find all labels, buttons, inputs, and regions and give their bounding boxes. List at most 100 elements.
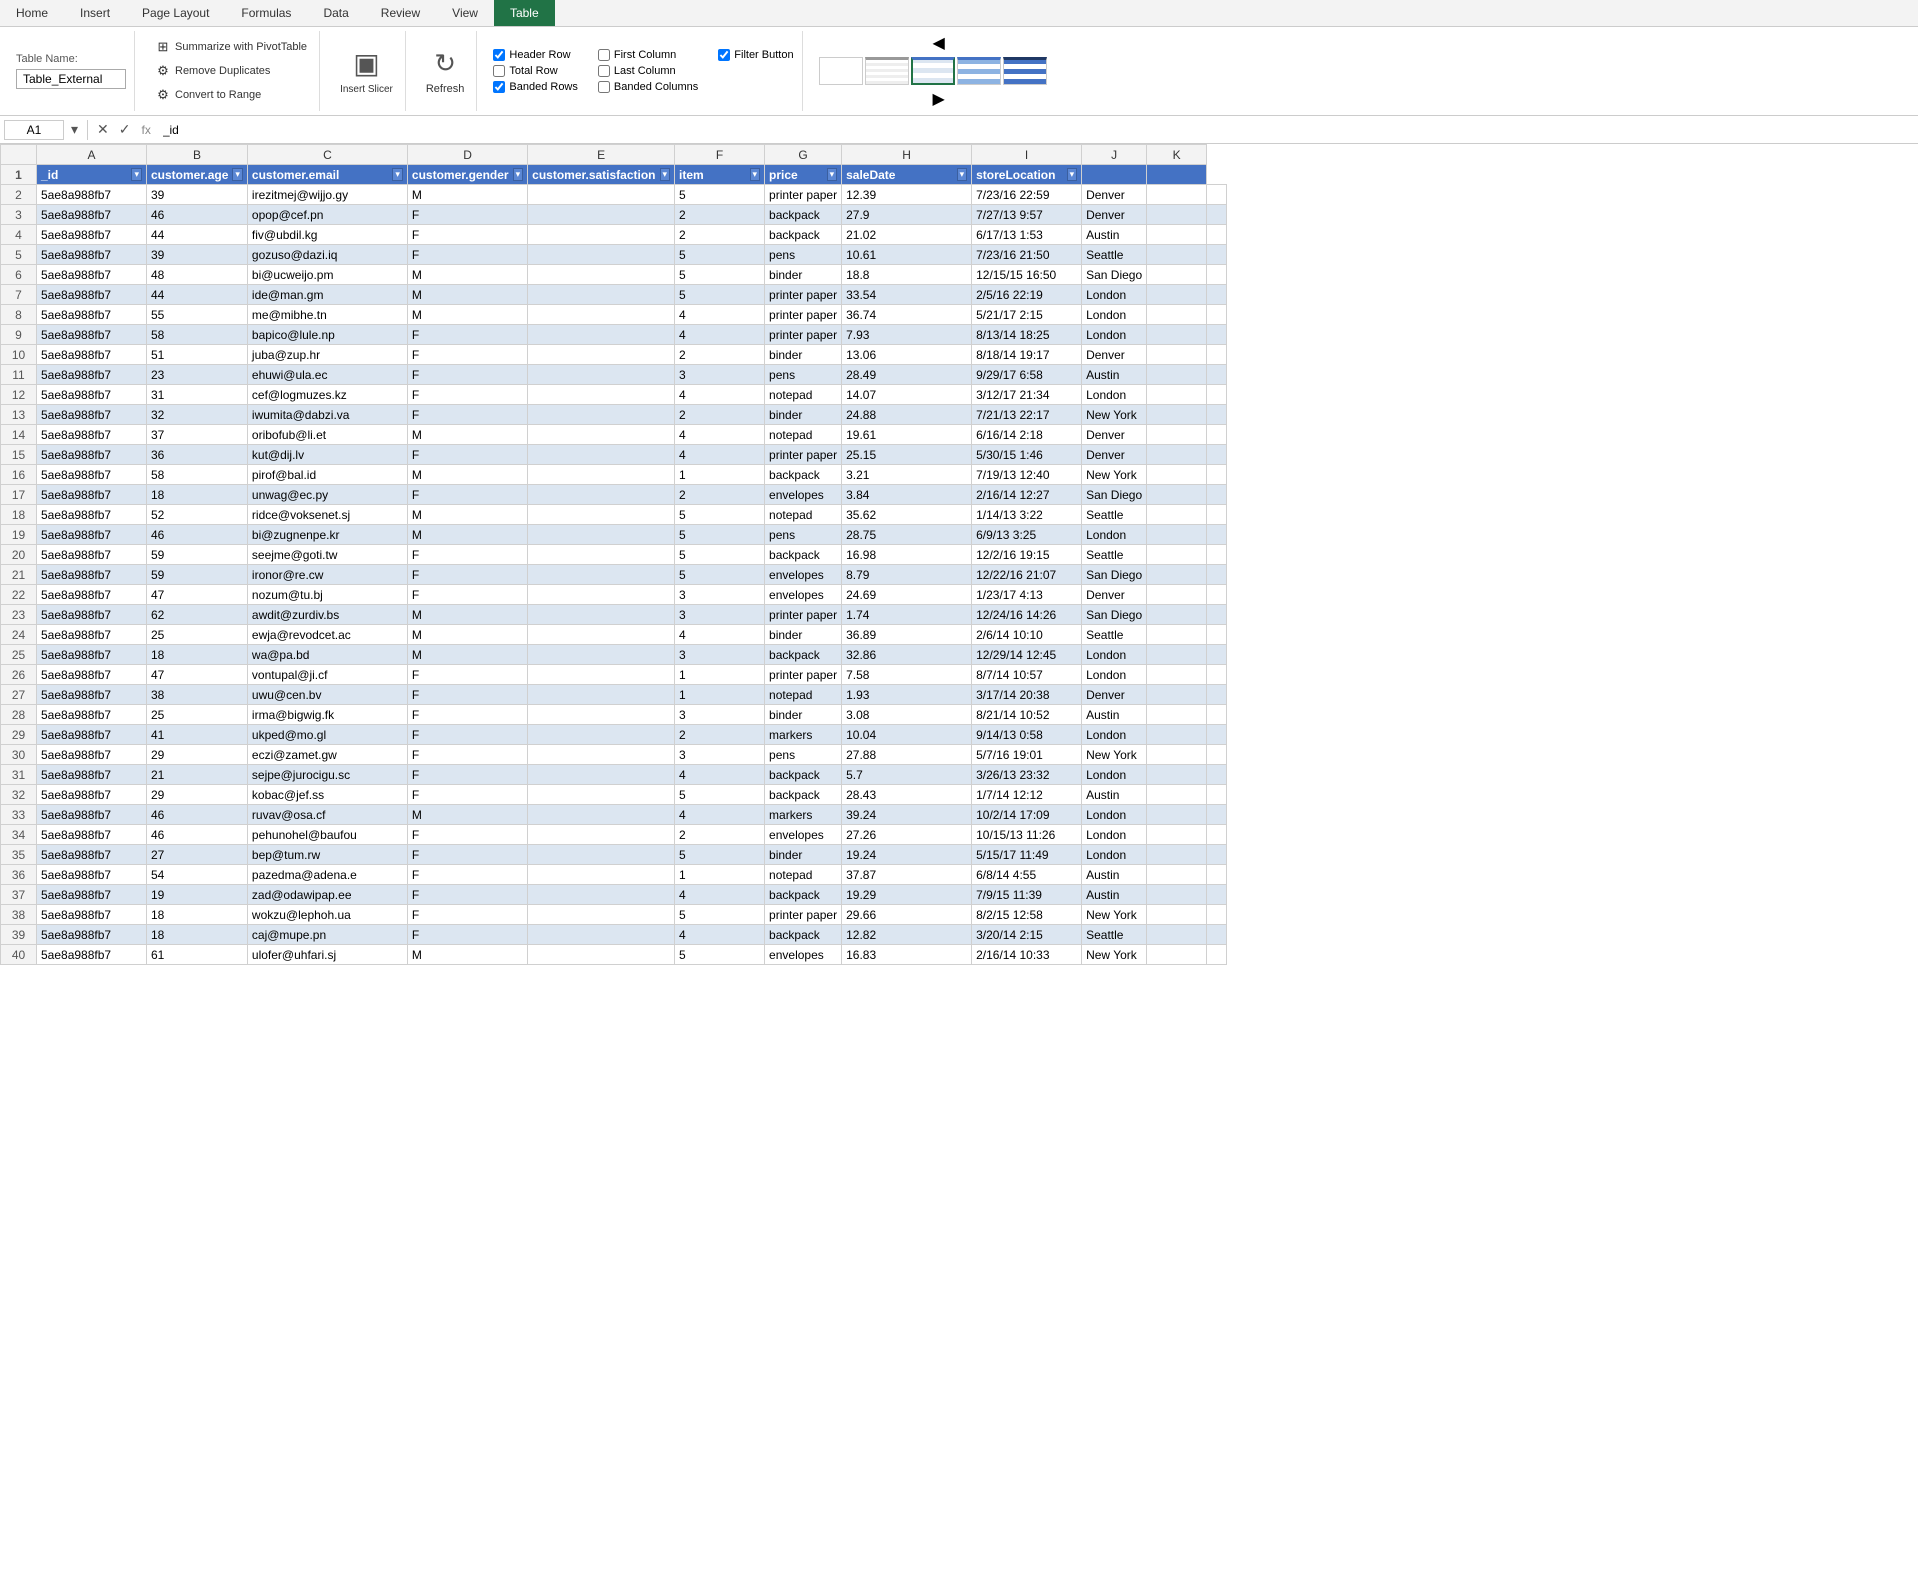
tab-home[interactable]: Home bbox=[0, 0, 64, 26]
cell-reference-input[interactable] bbox=[4, 120, 64, 140]
table-cell[interactable]: Denver bbox=[1082, 425, 1147, 445]
table-cell[interactable] bbox=[528, 385, 675, 405]
table-cell[interactable]: 36 bbox=[147, 445, 248, 465]
table-cell[interactable]: 18 bbox=[147, 485, 248, 505]
table-cell[interactable]: 7/23/16 21:50 bbox=[972, 245, 1082, 265]
table-cell[interactable]: 6/17/13 1:53 bbox=[972, 225, 1082, 245]
table-cell[interactable]: 12/2/16 19:15 bbox=[972, 545, 1082, 565]
col-header-K[interactable]: K bbox=[1147, 145, 1207, 165]
table-cell[interactable]: 62 bbox=[147, 605, 248, 625]
table-cell[interactable] bbox=[528, 905, 675, 925]
table-cell[interactable]: F bbox=[407, 825, 527, 845]
table-cell[interactable] bbox=[528, 185, 675, 205]
table-cell[interactable] bbox=[528, 765, 675, 785]
table-cell[interactable]: wokzu@lephoh.ua bbox=[247, 905, 407, 925]
table-cell[interactable]: ide@man.gm bbox=[247, 285, 407, 305]
table-cell[interactable]: Seattle bbox=[1082, 925, 1147, 945]
table-cell[interactable]: 46 bbox=[147, 205, 248, 225]
table-cell[interactable]: 58 bbox=[147, 325, 248, 345]
table-cell[interactable]: 5ae8a988fb7 bbox=[37, 585, 147, 605]
table-cell[interactable]: 48 bbox=[147, 265, 248, 285]
table-cell[interactable]: kobac@jef.ss bbox=[247, 785, 407, 805]
table-cell[interactable] bbox=[528, 325, 675, 345]
filter-age-button[interactable]: ▾ bbox=[232, 168, 243, 181]
table-cell[interactable]: pirof@bal.id bbox=[247, 465, 407, 485]
table-cell[interactable]: F bbox=[407, 685, 527, 705]
table-cell[interactable]: F bbox=[407, 565, 527, 585]
table-cell[interactable]: 39 bbox=[147, 245, 248, 265]
table-cell[interactable]: 3/12/17 21:34 bbox=[972, 385, 1082, 405]
table-cell[interactable] bbox=[528, 485, 675, 505]
table-cell[interactable]: 2 bbox=[675, 725, 765, 745]
filter-button-checkbox[interactable] bbox=[718, 49, 730, 61]
table-cell[interactable]: 54 bbox=[147, 865, 248, 885]
table-cell[interactable]: 4 bbox=[675, 325, 765, 345]
table-cell[interactable]: 5 bbox=[675, 265, 765, 285]
cancel-formula-button[interactable]: ✕ bbox=[94, 121, 112, 138]
table-cell[interactable]: backpack bbox=[765, 765, 842, 785]
table-cell[interactable] bbox=[528, 945, 675, 965]
table-cell[interactable] bbox=[528, 785, 675, 805]
table-cell[interactable]: 5ae8a988fb7 bbox=[37, 185, 147, 205]
table-cell[interactable]: fiv@ubdil.kg bbox=[247, 225, 407, 245]
table-cell[interactable]: 39.24 bbox=[842, 805, 972, 825]
table-cell[interactable]: 3 bbox=[675, 745, 765, 765]
filter-item-button[interactable]: ▾ bbox=[750, 168, 761, 181]
table-cell[interactable]: vontupal@ji.cf bbox=[247, 665, 407, 685]
table-cell[interactable]: bapico@lule.np bbox=[247, 325, 407, 345]
table-cell[interactable] bbox=[528, 645, 675, 665]
table-cell[interactable]: 25 bbox=[147, 625, 248, 645]
filter-email-button[interactable]: ▾ bbox=[392, 168, 403, 181]
table-cell[interactable]: 47 bbox=[147, 585, 248, 605]
table-cell[interactable]: M bbox=[407, 645, 527, 665]
table-cell[interactable]: seejme@goti.tw bbox=[247, 545, 407, 565]
table-cell[interactable]: iwumita@dabzi.va bbox=[247, 405, 407, 425]
table-cell[interactable]: 21 bbox=[147, 765, 248, 785]
filter-id-button[interactable]: ▾ bbox=[131, 168, 142, 181]
table-cell[interactable]: F bbox=[407, 845, 527, 865]
insert-slicer-button[interactable]: ▣ Insert Slicer bbox=[336, 45, 397, 97]
table-cell[interactable]: 2/16/14 12:27 bbox=[972, 485, 1082, 505]
table-cell[interactable]: 36.89 bbox=[842, 625, 972, 645]
table-cell[interactable]: 5ae8a988fb7 bbox=[37, 365, 147, 385]
col-header-I[interactable]: I bbox=[972, 145, 1082, 165]
table-cell[interactable]: 25 bbox=[147, 705, 248, 725]
col-header-B[interactable]: B bbox=[147, 145, 248, 165]
table-cell[interactable]: 55 bbox=[147, 305, 248, 325]
table-cell[interactable]: ulofer@uhfari.sj bbox=[247, 945, 407, 965]
table-cell[interactable]: 2 bbox=[675, 345, 765, 365]
table-cell[interactable] bbox=[528, 665, 675, 685]
table-cell[interactable]: 2 bbox=[675, 405, 765, 425]
table-cell[interactable]: New York bbox=[1082, 945, 1147, 965]
table-cell[interactable]: printer paper bbox=[765, 665, 842, 685]
table-cell[interactable]: pazedma@adena.e bbox=[247, 865, 407, 885]
table-cell[interactable]: 28.49 bbox=[842, 365, 972, 385]
table-cell[interactable]: 5 bbox=[675, 945, 765, 965]
table-cell[interactable]: 46 bbox=[147, 525, 248, 545]
table-cell[interactable]: 13.06 bbox=[842, 345, 972, 365]
table-cell[interactable]: notepad bbox=[765, 505, 842, 525]
table-cell[interactable]: 3.08 bbox=[842, 705, 972, 725]
filter-satisfaction-button[interactable]: ▾ bbox=[660, 168, 671, 181]
table-cell[interactable]: markers bbox=[765, 805, 842, 825]
table-cell[interactable] bbox=[528, 605, 675, 625]
table-cell[interactable]: 4 bbox=[675, 765, 765, 785]
table-cell[interactable]: San Diego bbox=[1082, 565, 1147, 585]
total-row-checkbox[interactable] bbox=[493, 65, 505, 77]
table-cell[interactable]: London bbox=[1082, 765, 1147, 785]
table-cell[interactable]: 5ae8a988fb7 bbox=[37, 485, 147, 505]
table-cell[interactable]: binder bbox=[765, 705, 842, 725]
table-cell[interactable]: Seattle bbox=[1082, 505, 1147, 525]
table-cell[interactable]: Denver bbox=[1082, 205, 1147, 225]
table-cell[interactable]: 27.88 bbox=[842, 745, 972, 765]
table-cell[interactable]: backpack bbox=[765, 205, 842, 225]
header-gender[interactable]: customer.gender ▾ bbox=[407, 165, 527, 185]
table-cell[interactable]: New York bbox=[1082, 745, 1147, 765]
header-row-checkbox[interactable] bbox=[493, 49, 505, 61]
table-cell[interactable]: 4 bbox=[675, 885, 765, 905]
table-cell[interactable]: 5ae8a988fb7 bbox=[37, 745, 147, 765]
table-cell[interactable]: London bbox=[1082, 305, 1147, 325]
table-cell[interactable]: oribofub@li.et bbox=[247, 425, 407, 445]
banded-columns-checkbox[interactable] bbox=[598, 81, 610, 93]
table-cell[interactable]: 4 bbox=[675, 805, 765, 825]
